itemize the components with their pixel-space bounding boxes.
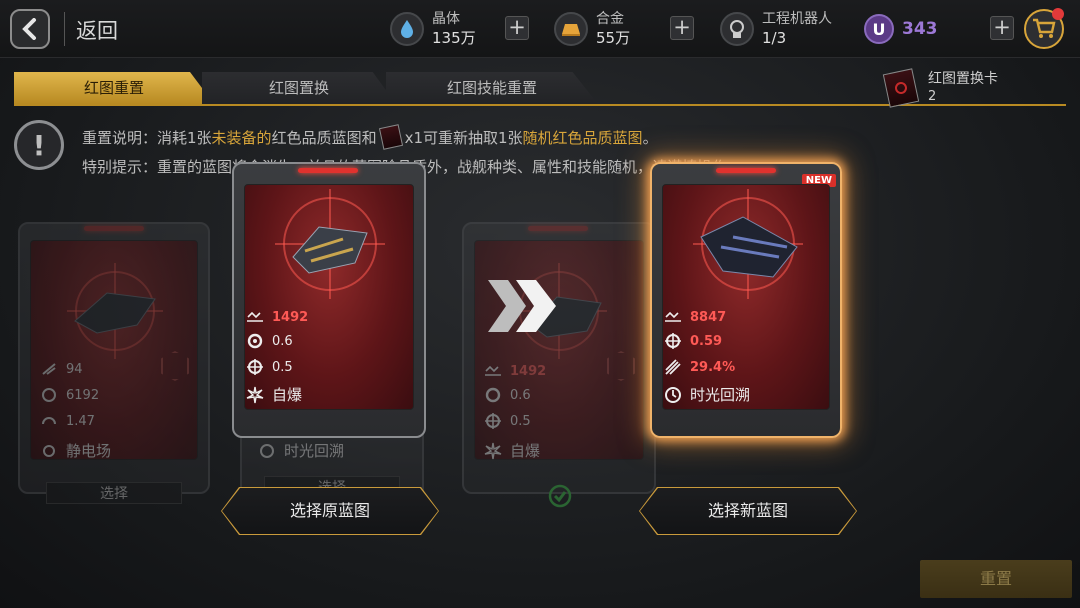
stat-power: 1492 [246, 308, 308, 326]
resource-crystal: 晶体 135万 [390, 6, 476, 52]
crystal-icon [390, 12, 424, 46]
ship-icon [74, 292, 156, 334]
stat-accuracy: 0.59 [664, 332, 722, 350]
blueprint-card-original[interactable]: 1492 0.6 0.5 自爆 [232, 162, 426, 438]
back-button[interactable] [10, 9, 50, 49]
explode-icon [246, 386, 264, 404]
stat-speed: 94 [40, 360, 83, 378]
swap-card-icon [882, 68, 920, 108]
explode-icon [484, 442, 502, 460]
shop-cart-button[interactable] [1024, 8, 1064, 49]
skill-icon [40, 442, 58, 460]
power-icon [246, 308, 264, 326]
resource-value: 1/3 [762, 29, 787, 47]
add-alloy-button[interactable]: + [670, 16, 694, 40]
reset-button[interactable]: 重置 [920, 560, 1072, 598]
u-currency-icon: U [864, 14, 894, 44]
power-icon [664, 308, 682, 326]
resource-name: 晶体 [432, 11, 460, 27]
add-u-currency-button[interactable]: + [990, 16, 1014, 40]
rank-icon [161, 351, 189, 381]
back-label[interactable]: 返回 [76, 15, 118, 45]
crosshair-icon [246, 358, 264, 376]
tab-red-swap[interactable]: 红图置换 [202, 72, 396, 104]
blueprint-card-middle: 1492 0.6 0.5 自爆 [462, 222, 656, 508]
ship-icon [700, 216, 798, 278]
resource-name: 合金 [596, 11, 624, 27]
exclamation-icon: ! [14, 120, 64, 170]
chevron-right-icon [488, 280, 556, 332]
resource-robot: 工程机器人 1/3 [720, 6, 832, 52]
cart-icon [1033, 18, 1056, 38]
shield-icon [40, 386, 58, 404]
gear-icon [246, 332, 264, 350]
alloy-icon [554, 12, 588, 46]
stat-power: 8847 [664, 308, 726, 326]
rank-icon [607, 351, 635, 381]
crosshair-icon [664, 332, 682, 350]
swap-card-count: 2 [928, 89, 937, 104]
missile-icon [664, 358, 682, 376]
top-bar: 返回 晶体 135万 + 合金 55万 + 工程机器人 1/3 U 343 + [0, 0, 1080, 58]
stat-skill: 时光回溯 [664, 384, 750, 405]
resource-name: 工程机器人 [762, 11, 832, 27]
rewind-icon [664, 386, 682, 404]
tab-red-reset[interactable]: 红图重置 [14, 72, 214, 104]
stat-skill: 自爆 [246, 384, 302, 405]
select-new-button[interactable]: 选择新蓝图 [640, 488, 856, 534]
stat-rate: 1.47 [40, 412, 95, 430]
speed-icon [40, 360, 58, 378]
add-crystal-button[interactable]: + [505, 16, 529, 40]
select-original-button[interactable]: 选择原蓝图 [222, 488, 438, 534]
stat-crit: 29.4% [664, 358, 735, 376]
swap-card-icon [378, 124, 403, 150]
gauge-icon [40, 412, 58, 430]
notice-line-1: 重置说明：消耗1张未装备的红色品质蓝图和 x1可重新抽取1张随机红色品质蓝图。 [82, 124, 658, 150]
u-currency-value: 343 [902, 19, 938, 39]
tab-red-skill-reset[interactable]: 红图技能重置 [386, 72, 598, 104]
resource-value: 135万 [432, 29, 476, 47]
chevron-left-icon [22, 18, 36, 40]
stat-accuracy: 0.5 [246, 358, 293, 376]
stat-power: 1492 [484, 362, 546, 380]
stat-accuracy: 0.5 [484, 412, 531, 430]
resource-value: 55万 [596, 29, 631, 47]
stat-shield: 0.6 [246, 332, 293, 350]
stat-skill: 时光回溯 [258, 440, 344, 461]
stat-health: 6192 [40, 386, 99, 404]
crosshair-icon [484, 412, 502, 430]
resource-alloy: 合金 55万 [554, 6, 630, 52]
power-icon [484, 362, 502, 380]
stat-skill: 自爆 [484, 440, 540, 461]
swap-card-item: 红图置换卡 2 [882, 68, 998, 108]
select-button[interactable]: 选择 [46, 482, 182, 504]
ship-icon [292, 226, 368, 274]
blueprint-card-new[interactable]: NEW 8847 0.59 29.4% 时光回溯 [650, 162, 842, 438]
swap-card-name: 红图置换卡 [928, 71, 998, 87]
check-icon [548, 484, 572, 508]
robot-icon [720, 12, 754, 46]
notification-dot [1052, 8, 1064, 20]
resource-u-currency: U 343 [864, 6, 938, 52]
blueprint-card-left[interactable]: 94 6192 1.47 静电场 选择 [18, 222, 210, 504]
stat-shield: 0.6 [484, 386, 531, 404]
stat-skill: 静电场 [40, 440, 111, 461]
skill-icon [258, 442, 276, 460]
gear-icon [484, 386, 502, 404]
divider [64, 12, 65, 46]
